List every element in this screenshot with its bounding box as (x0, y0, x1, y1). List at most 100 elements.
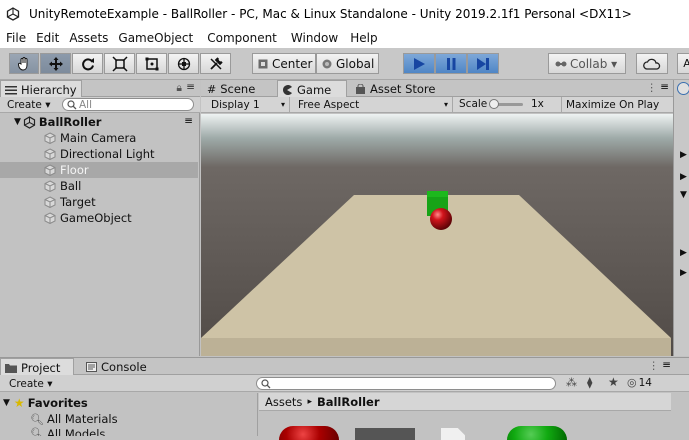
hand-icon (18, 56, 28, 71)
expand-arrow-icon[interactable]: ▼ (14, 117, 21, 127)
hierarchy-item-label: Ball (60, 179, 82, 193)
rect-tool-icon (145, 57, 158, 70)
tab-asset-store[interactable]: Asset Store (351, 80, 441, 98)
step-button[interactable] (467, 53, 499, 74)
scene-root-row[interactable]: ▼ BallRoller ≡ (0, 114, 198, 130)
cube-icon (44, 148, 56, 160)
hierarchy-search-input[interactable]: All (62, 98, 194, 111)
filter-by-label-icon[interactable]: ⧫ (587, 376, 592, 389)
hidden-count: 14 (638, 376, 652, 389)
hierarchy-item[interactable]: Main Camera (0, 130, 198, 146)
game-viewport[interactable] (201, 114, 673, 356)
asset-thumbnail-dark[interactable] (355, 428, 415, 440)
menu-file[interactable]: File (6, 31, 26, 45)
breadcrumb-current[interactable]: BallRoller (317, 395, 380, 409)
search-icon (261, 378, 271, 388)
menu-component[interactable]: Component (207, 31, 277, 45)
pause-button[interactable] (435, 53, 467, 74)
panel-menu-icon[interactable]: ≡ (662, 359, 671, 371)
inspector-tab-icon[interactable] (677, 82, 689, 95)
aspect-dropdown[interactable]: Free Aspect ▾ (295, 97, 453, 112)
project-search-bar: Create ▾ ⁂ ⧫ ★ ◎ 14 (0, 375, 689, 392)
pacman-icon (283, 84, 292, 95)
project-folder-tree: ▼ ★ Favorites 🔍︎ All Materials 🔍︎ All Mo… (0, 393, 258, 436)
hierarchy-item-label: Directional Light (60, 147, 155, 161)
expand-arrow-icon[interactable]: ▼ (3, 398, 10, 408)
tab-scene-label: Scene (220, 82, 256, 96)
lock-icon[interactable]: 🔒︎ (176, 82, 182, 95)
tab-console-label: Console (101, 360, 147, 374)
breadcrumb-root[interactable]: Assets (265, 395, 302, 409)
menu-window[interactable]: Window (291, 31, 338, 45)
maximize-on-play-toggle[interactable]: Maximize On Play (561, 97, 673, 113)
space-toggle[interactable]: Global (316, 53, 379, 74)
transform-tool-button[interactable] (168, 53, 199, 74)
favorites-row[interactable]: ▼ ★ Favorites (0, 395, 258, 411)
tab-game-label: Game (297, 82, 332, 97)
aspect-label: Free Aspect (298, 98, 360, 111)
chevron-right-icon[interactable]: ▶ (680, 150, 687, 160)
favorite-star-icon[interactable]: ★ (608, 375, 619, 389)
game-render (201, 114, 673, 356)
tab-game[interactable]: Game (277, 80, 347, 98)
scale-value: 1x (531, 98, 544, 110)
panel-options-icon[interactable]: ≡ (660, 81, 669, 93)
panel-menu-icon[interactable]: ≡ (186, 81, 195, 93)
hierarchy-item[interactable]: GameObject (0, 210, 198, 226)
account-dropdown[interactable]: A (677, 53, 689, 74)
pivot-icon (258, 59, 268, 68)
scale-icon (111, 55, 128, 72)
rotate-tool-button[interactable] (72, 53, 103, 74)
chevron-right-icon[interactable]: ▶ (680, 248, 687, 258)
menu-edit[interactable]: Edit (36, 31, 59, 45)
chevron-right-icon[interactable]: ▶ (680, 268, 687, 278)
scale-tool-button[interactable] (104, 53, 135, 74)
hierarchy-create-dropdown[interactable]: Create ▾ (4, 97, 56, 112)
scene-menu-icon[interactable]: ≡ (184, 115, 193, 127)
hidden-packages-toggle[interactable]: ◎ 14 (627, 376, 652, 389)
hierarchy-item[interactable]: Target (0, 194, 198, 210)
asset-thumbnail-green-material[interactable] (507, 426, 567, 440)
favorites-label: Favorites (27, 396, 88, 410)
game-control-bar: Display 1 ▾ Free Aspect ▾ Scale 1x Maxim… (201, 97, 673, 113)
window-title: UnityRemoteExample - BallRoller - PC, Ma… (29, 7, 632, 21)
cube-icon (44, 212, 56, 224)
space-label: Global (336, 56, 375, 71)
tab-console[interactable]: Console (82, 358, 158, 376)
tab-scene[interactable]: # Scene (203, 80, 275, 98)
hierarchy-item[interactable]: Directional Light (0, 146, 198, 162)
asset-thumbnail-material[interactable] (279, 426, 339, 440)
project-search-input[interactable] (256, 377, 556, 390)
project-create-dropdown[interactable]: Create ▾ (6, 376, 56, 391)
rect-tool-button[interactable] (136, 53, 167, 74)
search-icon (67, 99, 77, 109)
menu-assets[interactable]: Assets (69, 31, 108, 45)
menu-gameobject[interactable]: GameObject (118, 31, 193, 45)
custom-tool-button[interactable] (200, 53, 231, 74)
hierarchy-search-bar: Create ▾ All (0, 97, 200, 113)
pivot-toggle[interactable]: Center (252, 53, 316, 74)
cloud-button[interactable] (636, 53, 668, 74)
play-button[interactable] (403, 53, 435, 74)
scale-slider-thumb[interactable] (489, 99, 499, 109)
lock-icon[interactable]: ⋮ (649, 360, 660, 372)
collab-dropdown[interactable]: Collab ▾ (548, 53, 626, 74)
move-tool-button[interactable] (40, 53, 71, 74)
hand-tool-button[interactable] (9, 53, 39, 74)
globe-icon (322, 59, 332, 68)
panel-menu-icon[interactable]: ⋮ (647, 82, 658, 94)
filter-by-type-icon[interactable]: ⁂ (566, 376, 577, 389)
tab-hierarchy[interactable]: Hierarchy (0, 80, 82, 98)
scale-slider[interactable] (489, 99, 523, 109)
search-placeholder: All (79, 98, 93, 111)
display-dropdown[interactable]: Display 1 ▾ (208, 97, 290, 112)
tab-project[interactable]: Project (0, 358, 74, 376)
menu-help[interactable]: Help (350, 31, 377, 45)
title-bar: UnityRemoteExample - BallRoller - PC, Ma… (0, 0, 689, 28)
asset-thumbnail-file[interactable] (441, 428, 465, 440)
hierarchy-item-selected[interactable]: Floor (0, 162, 198, 178)
favorites-item[interactable]: 🔍︎ All Materials (0, 411, 258, 427)
hierarchy-item[interactable]: Ball (0, 178, 198, 194)
chevron-right-icon[interactable]: ▶ (680, 172, 687, 182)
chevron-right-icon[interactable]: ▼ (680, 190, 687, 200)
